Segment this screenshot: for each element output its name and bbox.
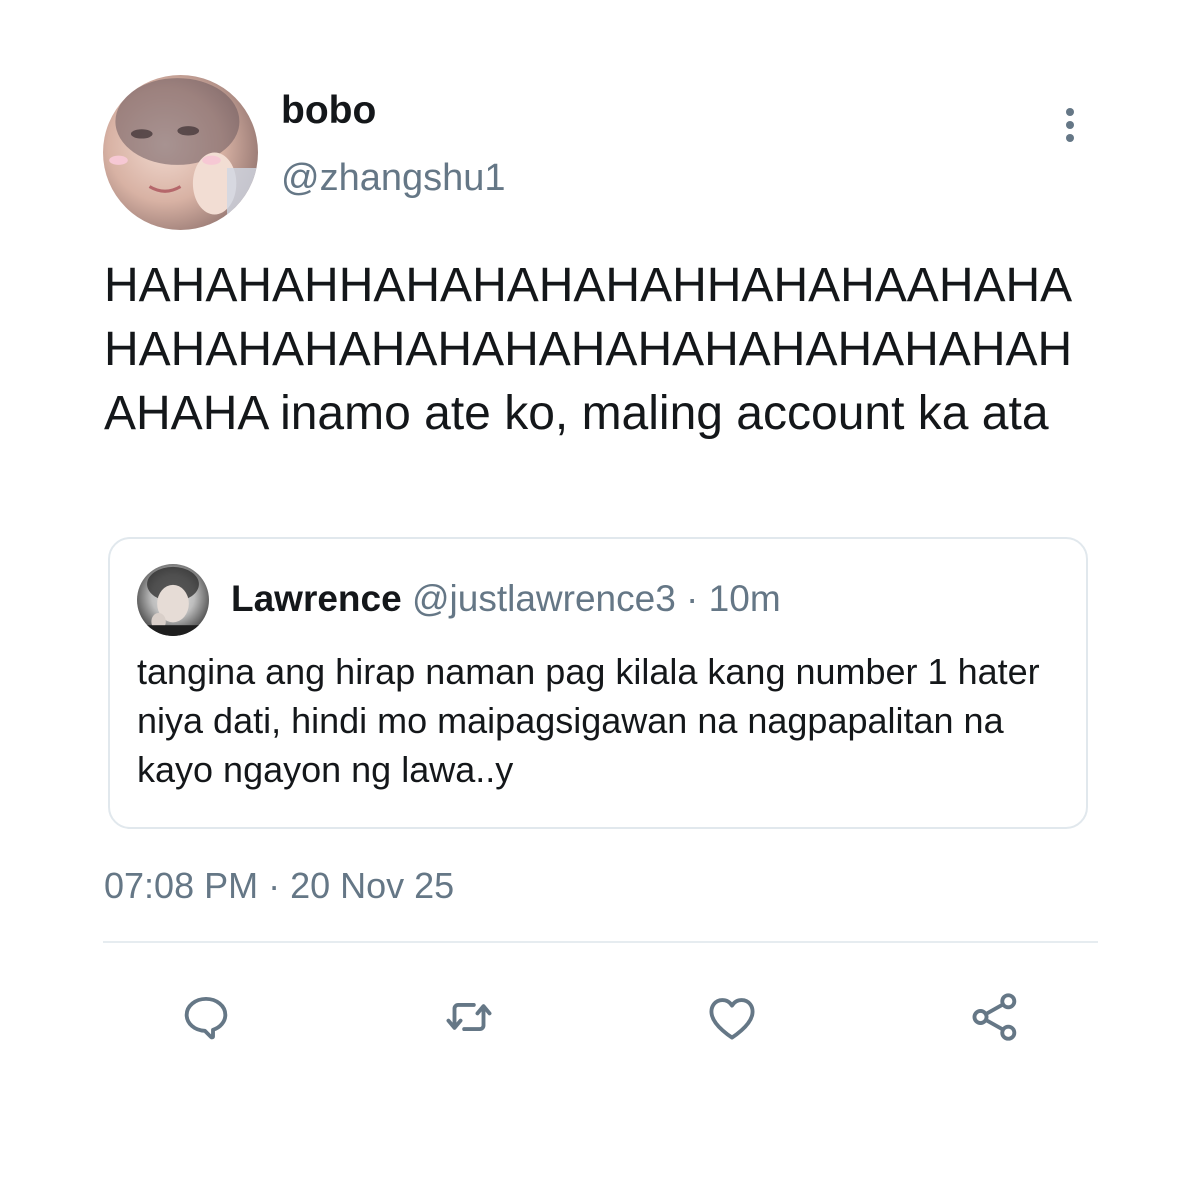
like-button[interactable] xyxy=(700,985,764,1049)
reply-icon xyxy=(184,996,228,1040)
author-display-name[interactable]: bobo xyxy=(281,88,376,134)
share-icon xyxy=(972,993,1017,1041)
heart-icon xyxy=(709,998,755,1040)
quoted-display-name: Lawrence xyxy=(231,578,402,619)
retweet-icon xyxy=(446,1002,492,1032)
tweet-timestamp: 07:08 PM · 20 Nov 25 xyxy=(104,865,455,906)
quoted-separator: · xyxy=(675,578,709,619)
author-handle[interactable]: @zhangshu1 xyxy=(281,155,506,201)
author-avatar[interactable] xyxy=(103,75,258,230)
quoted-time-ago: 10m xyxy=(708,578,781,619)
reply-button[interactable] xyxy=(174,985,238,1049)
more-options-icon[interactable] xyxy=(1050,100,1090,150)
divider xyxy=(103,941,1098,943)
tweet-text: HAHAHAHHAHAHAHAHAHHAHAHAAHAHAHAHAHAHAHAH… xyxy=(104,259,1073,440)
share-button[interactable] xyxy=(963,985,1027,1049)
quoted-tweet-header: Lawrence @justlawrence3 · 10m xyxy=(231,577,781,621)
quoted-tweet-text: tangina ang hirap naman pag kilala kang … xyxy=(137,651,1040,790)
quoted-tweet-card[interactable]: Lawrence @justlawrence3 · 10m tangina an… xyxy=(108,537,1088,829)
retweet-button[interactable] xyxy=(437,985,501,1049)
quoted-author-avatar xyxy=(137,564,209,636)
quoted-handle: @justlawrence3 xyxy=(411,578,676,619)
